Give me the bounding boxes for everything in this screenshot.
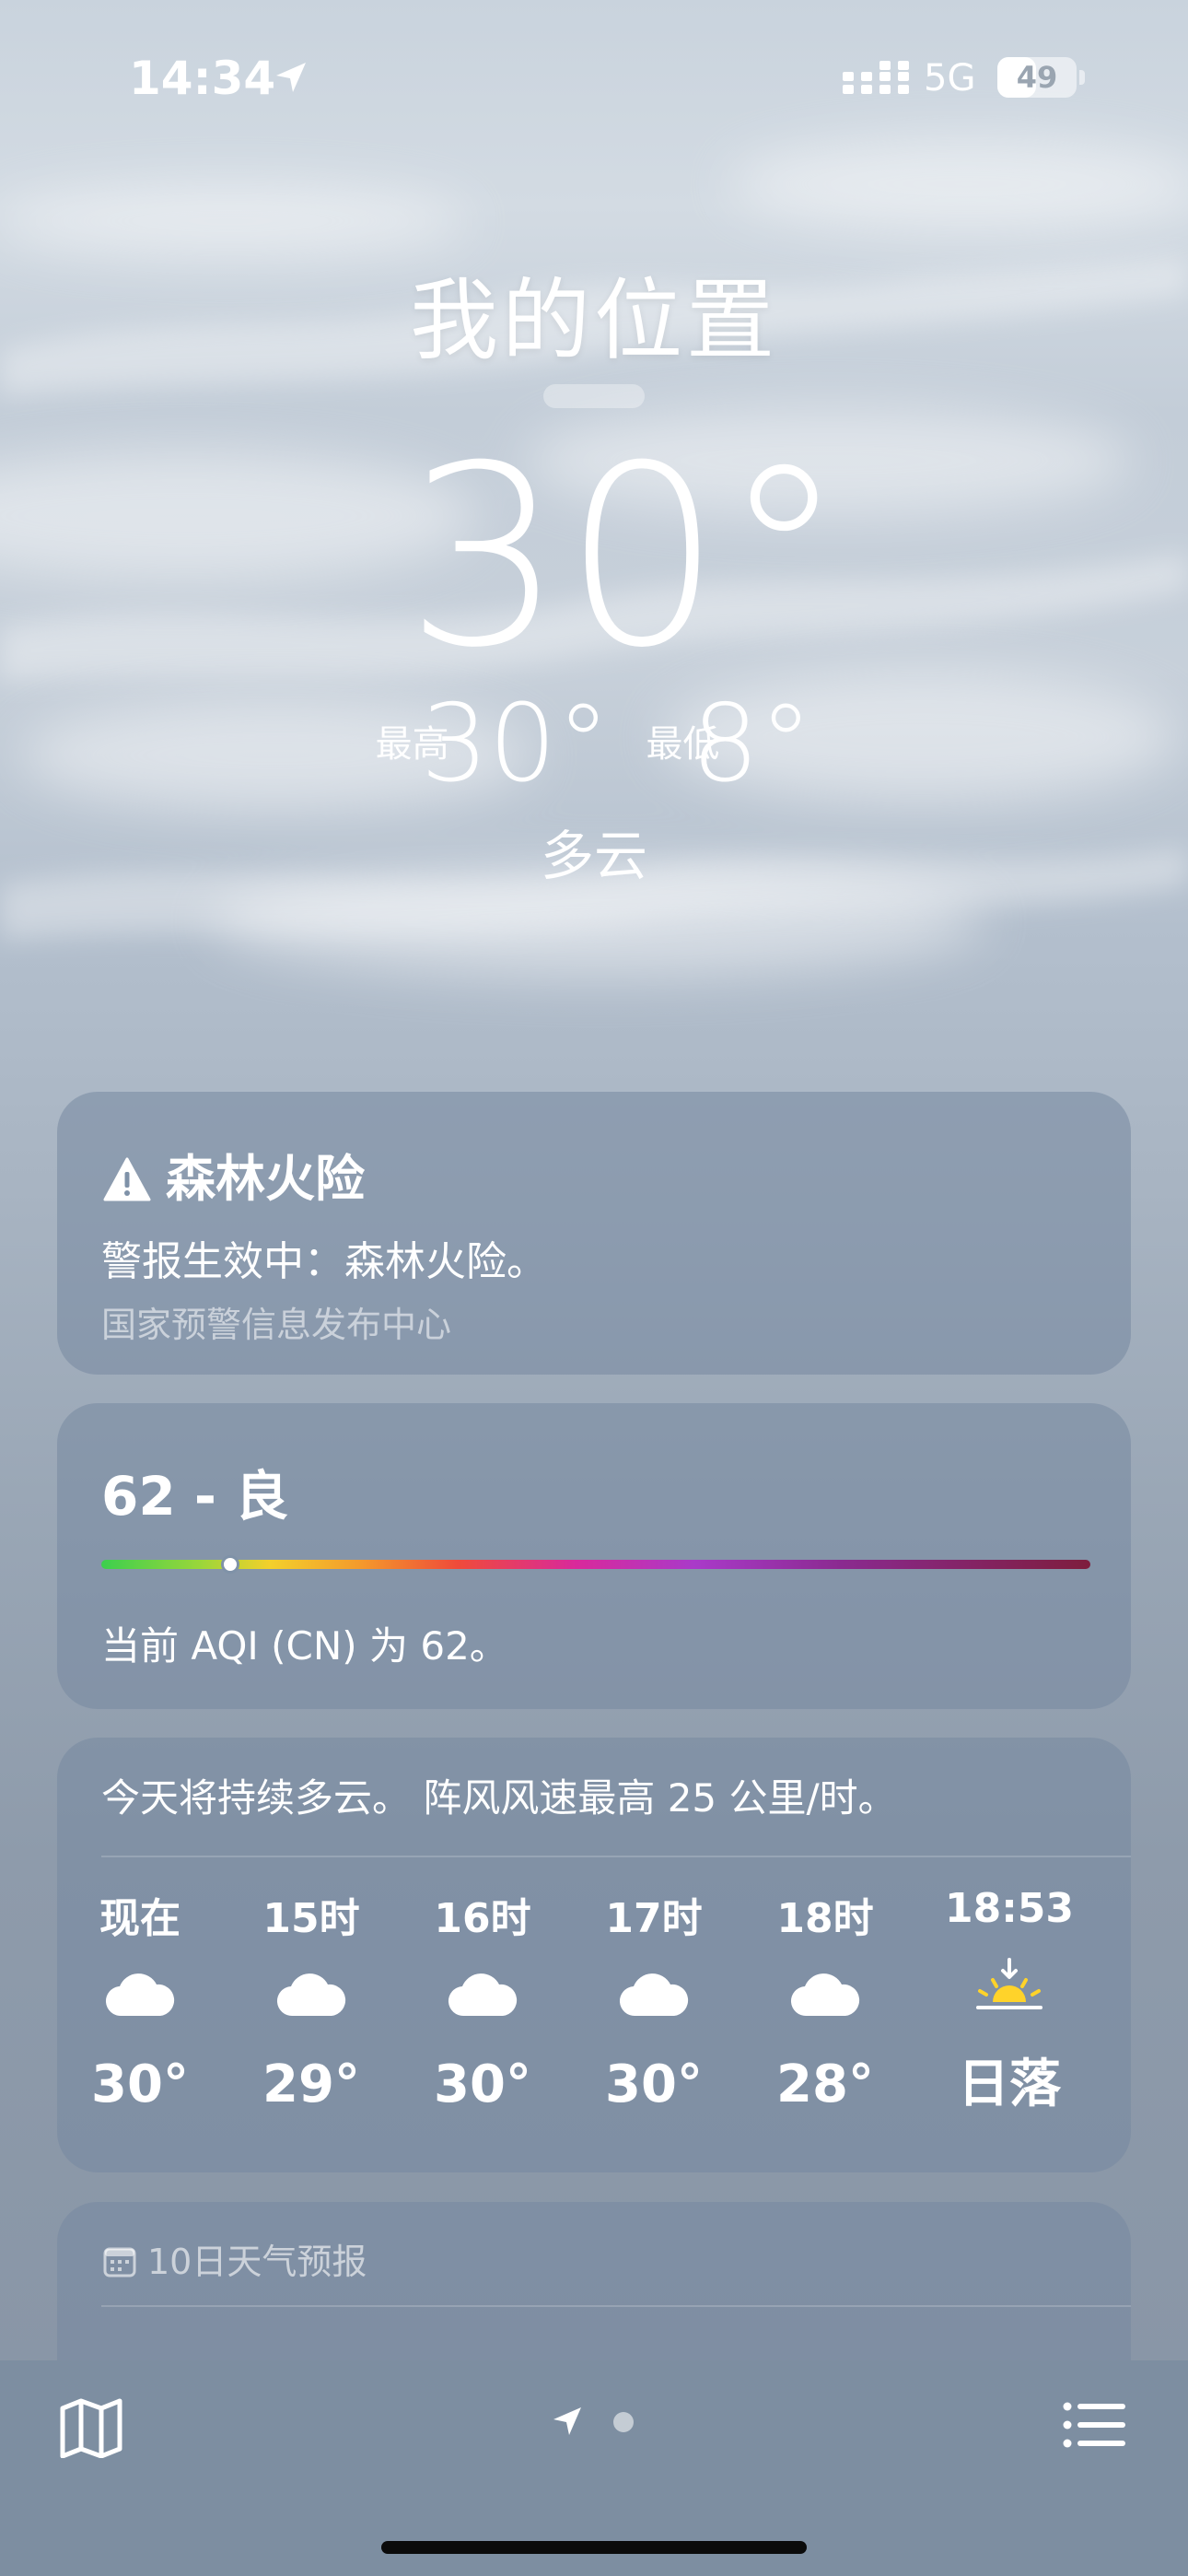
hourly-item[interactable]: 15时 29° <box>228 1885 394 2114</box>
hour-temperature: 30° <box>91 2055 189 2114</box>
low-temperature: 8° <box>691 682 813 806</box>
weather-condition: 多云 <box>540 825 647 887</box>
alert-body: 警报生效中：森林火险。 <box>101 1238 547 1285</box>
hour-label: 17时 <box>605 1895 703 1942</box>
current-temperature: 30° <box>405 412 846 702</box>
hourly-item[interactable]: 18:53 日落 <box>926 1885 1092 2117</box>
hourly-item[interactable]: 现在 30° <box>57 1885 223 2114</box>
map-icon[interactable] <box>59 2397 123 2458</box>
hour-temperature: 30° <box>434 2055 531 2114</box>
weather-header: 我的位置 <box>0 249 1188 408</box>
aqi-value: 62 - 良 <box>101 1465 289 1528</box>
low-label: 最低 <box>646 722 720 766</box>
hour-label: 18时 <box>776 1895 874 1942</box>
network-type: 5G <box>924 57 976 100</box>
cloud-icon <box>619 1973 689 2017</box>
location-sublabel-blurred <box>543 384 645 408</box>
hour-temperature: 30° <box>605 2055 703 2114</box>
hour-label: 15时 <box>262 1895 360 1942</box>
cloud-icon <box>276 1973 346 2017</box>
aqi-card[interactable]: 62 - 良 当前 AQI (CN) 为 62。 <box>57 1403 1131 1709</box>
alert-source: 国家预警信息发布中心 <box>101 1305 452 1345</box>
aqi-description: 当前 AQI (CN) 为 62。 <box>101 1623 508 1669</box>
location-title: 我的位置 <box>410 269 778 372</box>
hourly-forecast-card[interactable]: 今天将持续多云。 阵风风速最高 25 公里/时。 现在 30° 15时 29° … <box>57 1738 1131 2172</box>
aqi-indicator <box>221 1555 239 1574</box>
aqi-scale-bar <box>101 1560 1090 1569</box>
page-indicator-dot[interactable] <box>613 2412 634 2432</box>
hour-temperature: 28° <box>776 2055 874 2114</box>
location-arrow-icon[interactable] <box>551 2405 584 2438</box>
hour-label: 18:53 <box>944 1885 1075 1932</box>
hour-temperature: 日落 <box>958 2055 1061 2114</box>
ten-day-header: 10日天气预报 <box>103 2233 367 2284</box>
signal-strength-icon <box>843 61 909 94</box>
divider <box>101 1856 1131 1857</box>
sunset-icon <box>976 1958 1042 2009</box>
alert-title: 森林火险 <box>166 1150 365 1208</box>
bottom-toolbar <box>0 2360 1188 2576</box>
hourly-item[interactable]: 16时 30° <box>400 1885 565 2114</box>
hour-temperature: 29° <box>262 2055 360 2114</box>
calendar-icon <box>103 2247 136 2277</box>
cloud-icon <box>448 1973 518 2017</box>
ten-day-title: 10日天气预报 <box>147 2242 367 2282</box>
alert-card[interactable]: 森林火险 警报生效中：森林火险。 国家预警信息发布中心 <box>57 1092 1131 1375</box>
forecast-summary: 今天将持续多云。 阵风风速最高 25 公里/时。 <box>101 1775 897 1821</box>
list-icon[interactable] <box>1063 2401 1125 2449</box>
warning-triangle-icon <box>103 1157 151 1201</box>
cloud-icon <box>105 1973 175 2017</box>
home-indicator <box>381 2541 807 2554</box>
high-low-temperature: 最高 30° 最低 8° <box>0 682 1188 806</box>
high-temperature: 30° <box>420 682 611 806</box>
high-label: 最高 <box>375 722 449 766</box>
hourly-item[interactable]: 17时 30° <box>571 1885 737 2114</box>
hour-label: 16时 <box>434 1895 531 1942</box>
hourly-item[interactable]: 18时 28° <box>742 1885 908 2114</box>
hour-label: 现在 <box>99 1895 181 1942</box>
divider <box>101 2305 1131 2307</box>
alert-title-row: 森林火险 <box>103 1138 365 1211</box>
battery-icon: 49 <box>997 57 1077 98</box>
status-bar: 14:34 5G 49 <box>0 52 1188 111</box>
cloud-icon <box>790 1973 860 2017</box>
battery-tip <box>1079 70 1085 85</box>
status-time: 14:34 <box>129 52 276 105</box>
battery-level: 49 <box>1016 60 1058 95</box>
location-arrow-icon <box>276 63 306 92</box>
